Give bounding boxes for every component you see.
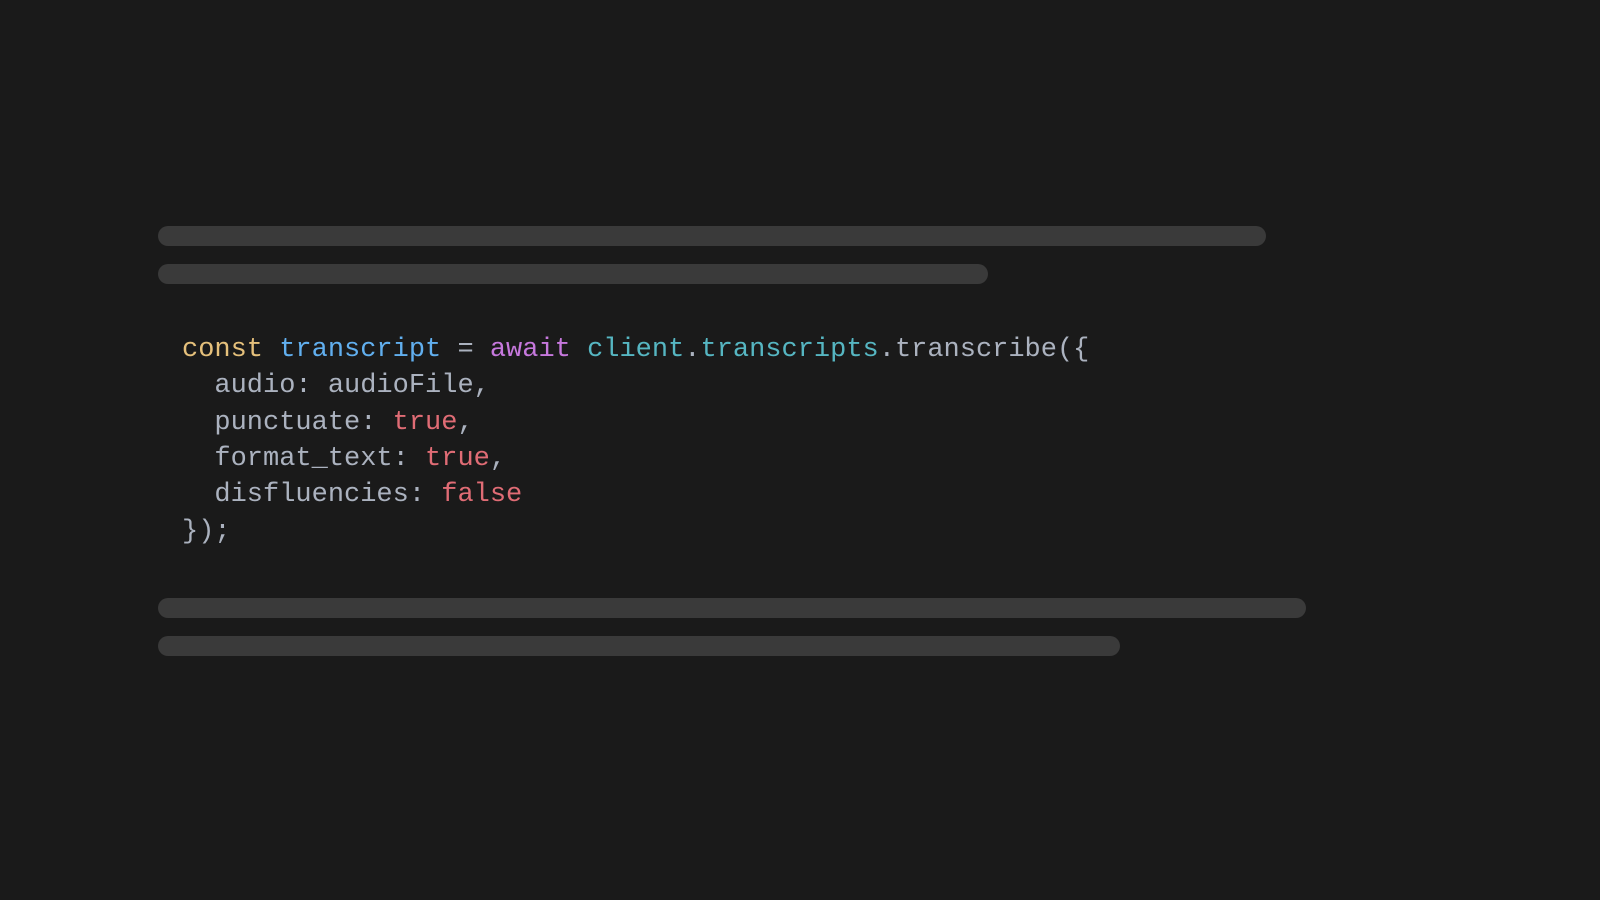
code-token-comma: , bbox=[457, 408, 473, 438]
code-token-indent bbox=[182, 444, 214, 474]
code-token-dot: . bbox=[684, 335, 700, 365]
code-token-property: format_text bbox=[214, 444, 392, 474]
code-token-space bbox=[376, 408, 392, 438]
code-token-object: transcripts bbox=[701, 335, 879, 365]
code-token-space bbox=[571, 335, 587, 365]
code-token-indent bbox=[182, 480, 214, 510]
code-token-boolean: true bbox=[393, 408, 458, 438]
code-token-await: await bbox=[490, 335, 571, 365]
code-token-colon: : bbox=[393, 444, 409, 474]
code-token-keyword: const bbox=[182, 335, 263, 365]
code-token-property: audio bbox=[214, 371, 295, 401]
code-token-boolean: true bbox=[425, 444, 490, 474]
code-token-space bbox=[441, 335, 457, 365]
code-token-space bbox=[263, 335, 279, 365]
code-token-boolean: false bbox=[441, 480, 522, 510]
code-token-equals: = bbox=[457, 335, 473, 365]
code-token-colon: : bbox=[295, 371, 311, 401]
code-token-method: transcribe bbox=[895, 335, 1057, 365]
skeleton-placeholder bbox=[158, 636, 1120, 656]
code-token-dot: . bbox=[879, 335, 895, 365]
skeleton-placeholder bbox=[158, 264, 988, 284]
code-token-object: client bbox=[587, 335, 684, 365]
content-container: const transcript = await client.transcri… bbox=[0, 226, 1600, 675]
code-token-comma: , bbox=[490, 444, 506, 474]
code-token-variable: transcript bbox=[279, 335, 441, 365]
code-snippet: const transcript = await client.transcri… bbox=[158, 332, 1600, 551]
code-token-space bbox=[425, 480, 441, 510]
code-token-space bbox=[474, 335, 490, 365]
code-token-paren: }); bbox=[182, 517, 231, 547]
code-token-indent bbox=[182, 371, 214, 401]
code-token-colon: : bbox=[360, 408, 376, 438]
code-token-space bbox=[409, 444, 425, 474]
code-token-colon: : bbox=[409, 480, 425, 510]
skeleton-placeholder bbox=[158, 598, 1306, 618]
code-token-space bbox=[312, 371, 328, 401]
code-token-paren: ({ bbox=[1057, 335, 1089, 365]
skeleton-placeholder bbox=[158, 226, 1266, 246]
code-token-indent bbox=[182, 408, 214, 438]
code-token-comma: , bbox=[474, 371, 490, 401]
code-token-property: disfluencies bbox=[214, 480, 408, 510]
code-token-value: audioFile bbox=[328, 371, 474, 401]
code-token-property: punctuate bbox=[214, 408, 360, 438]
